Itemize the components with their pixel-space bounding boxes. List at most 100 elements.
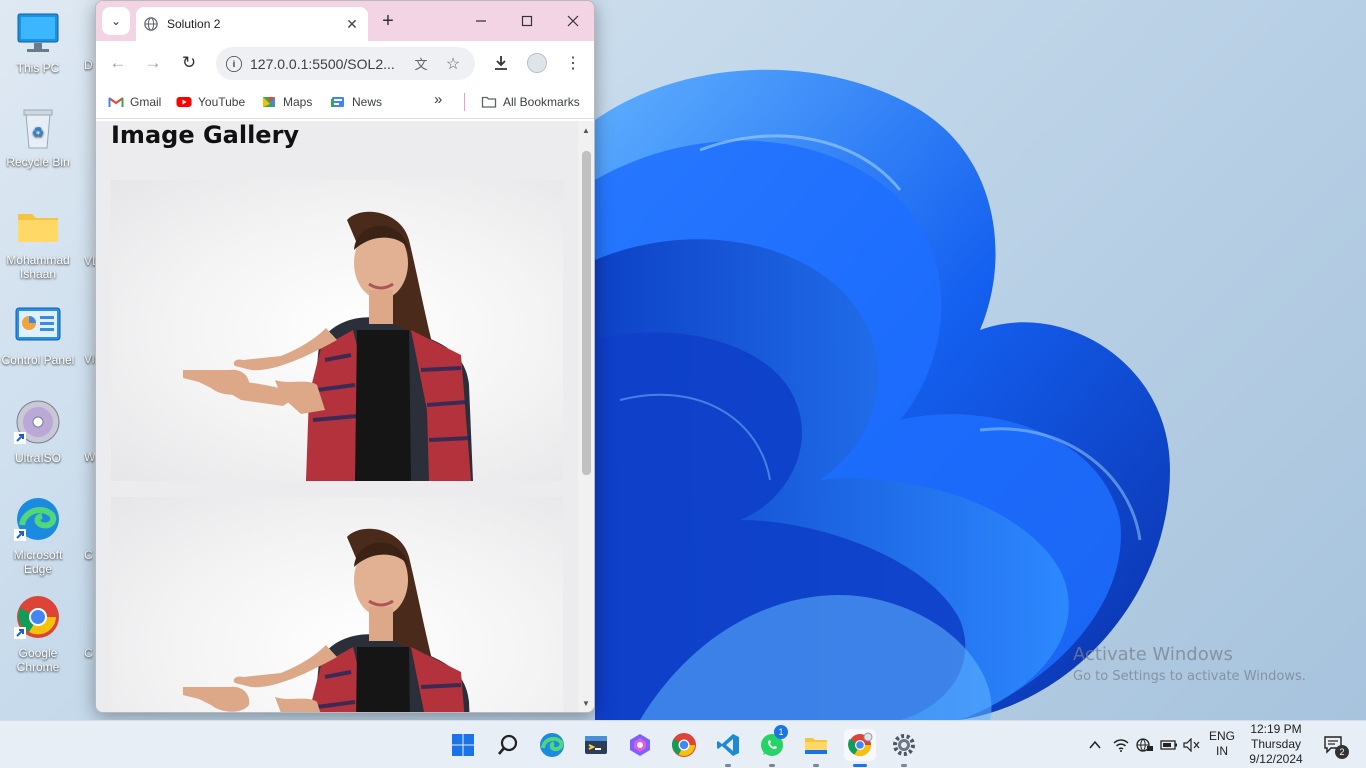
folder-icon	[14, 202, 62, 250]
back-button[interactable]: ←	[106, 51, 130, 75]
bookmark-gmail[interactable]: Gmail	[108, 94, 161, 110]
clock[interactable]: 12:19 PM Thursday 9/12/2024	[1240, 722, 1312, 767]
edge-icon	[540, 733, 564, 757]
copilot-icon	[630, 734, 650, 756]
desktop-icon-label: Mohammad Ishaan	[6, 253, 70, 281]
region-code: IN	[1216, 744, 1228, 758]
chevron-down-icon: ⌄	[110, 14, 122, 28]
new-tab-button[interactable]: +	[378, 10, 398, 32]
start-button[interactable]	[447, 729, 479, 761]
more-vertical-icon: ⋮	[565, 55, 581, 72]
desktop-icon-control-panel[interactable]: Control Panel	[0, 302, 76, 367]
gallery-image	[111, 180, 563, 481]
notification-count-badge: 2	[1335, 745, 1349, 759]
scroll-down-icon[interactable]: ▼	[578, 696, 594, 712]
desktop-icon-label: UltraISO	[14, 451, 61, 465]
desktop-icon-this-pc[interactable]: This PC	[0, 10, 76, 75]
taskbar-chrome-profile[interactable]	[844, 729, 876, 767]
chrome-icon	[14, 595, 62, 643]
maximize-icon	[521, 15, 533, 27]
monitor-icon	[14, 10, 62, 58]
site-info-icon[interactable]: i	[226, 55, 242, 72]
chevron-up-icon	[1089, 740, 1101, 749]
download-icon	[495, 56, 507, 70]
page-content: Image Gallery	[96, 121, 580, 712]
recycle-bin-icon: ♻	[14, 104, 62, 152]
address-bar[interactable]: i 127.0.0.1:5500/SOL2... 文 ☆	[216, 47, 475, 80]
taskbar-terminal[interactable]	[580, 729, 612, 761]
globe-network-icon	[1136, 738, 1153, 752]
reload-icon: ↻	[181, 53, 197, 72]
vpn-status[interactable]	[1136, 721, 1154, 768]
bookmark-star-icon[interactable]: ☆	[443, 54, 463, 74]
taskbar-file-explorer[interactable]	[800, 729, 832, 767]
taskbar-whatsapp[interactable]: 1	[756, 725, 788, 767]
browser-toolbar: ← → ↻ i 127.0.0.1:5500/SOL2... 文 ☆ ⋮	[96, 41, 594, 85]
close-tab-icon[interactable]: ✕	[344, 16, 360, 33]
search-button[interactable]	[492, 729, 524, 761]
scroll-up-icon[interactable]: ▲	[578, 123, 594, 139]
taskbar-settings[interactable]	[888, 729, 920, 767]
bookmark-maps[interactable]: Maps	[261, 94, 312, 110]
desktop-icon-recycle-bin[interactable]: ♻ Recycle Bin	[0, 104, 76, 169]
all-bookmarks-label: All Bookmarks	[503, 95, 580, 109]
search-icon	[498, 734, 518, 755]
downloads-button[interactable]	[489, 51, 513, 75]
folder-icon	[805, 738, 827, 754]
language-indicator[interactable]: ENG IN	[1208, 729, 1236, 759]
bookmark-label: Maps	[283, 95, 313, 109]
taskbar-edge[interactable]	[536, 729, 568, 761]
vscode-icon	[717, 734, 739, 756]
show-hidden-icons-button[interactable]	[1088, 721, 1102, 768]
scroll-thumb[interactable]	[582, 151, 591, 475]
tab-solution-2[interactable]: Solution 2 ✕	[136, 7, 368, 41]
notification-center-button[interactable]: 2	[1323, 721, 1349, 768]
active-indicator	[853, 764, 867, 767]
globe-icon	[144, 17, 158, 31]
taskbar-vscode[interactable]	[712, 729, 744, 767]
desktop-icon-user-folder[interactable]: Mohammad Ishaan	[0, 202, 76, 281]
maps-icon	[263, 96, 275, 107]
desktop-icon-google-chrome[interactable]: Google Chrome	[0, 595, 76, 674]
taskbar-chrome[interactable]	[668, 729, 700, 761]
chrome-icon	[848, 732, 873, 756]
desktop-icon-label: Google Chrome	[16, 646, 60, 674]
activate-windows-watermark: Activate Windows Go to Settings to activ…	[1073, 644, 1306, 684]
reload-button[interactable]: ↻	[177, 51, 201, 75]
forward-button[interactable]: →	[141, 51, 165, 75]
woman-pointing-photo	[183, 211, 473, 481]
more-bookmarks-button[interactable]: »	[434, 91, 442, 108]
translate-icon[interactable]: 文	[411, 54, 431, 73]
desktop-icon-ultraiso[interactable]: UltraISO	[0, 400, 76, 465]
browser-window: ⌄ Solution 2 ✕ + ← → ↻ i 127.0.0.1:5500/…	[95, 0, 595, 713]
tab-search-button[interactable]: ⌄	[102, 7, 130, 35]
network-status[interactable]	[1113, 721, 1129, 768]
clock-time: 12:19 PM	[1250, 722, 1302, 736]
close-window-button[interactable]	[550, 1, 594, 41]
bookmarks-divider	[464, 93, 465, 111]
bookmark-youtube[interactable]: YouTube	[176, 94, 245, 110]
disc-icon	[14, 400, 62, 448]
wifi-icon	[1113, 739, 1129, 752]
bookmark-news[interactable]: News	[330, 94, 382, 110]
battery-status[interactable]	[1160, 721, 1178, 768]
profile-button[interactable]	[525, 51, 549, 75]
volume-control[interactable]	[1183, 721, 1201, 768]
desktop-icon-label: Control Panel	[1, 353, 75, 367]
desktop-icon-label: Microsoft Edge	[13, 548, 63, 576]
gallery-image	[111, 497, 563, 712]
minimize-button[interactable]	[458, 1, 504, 41]
tab-title: Solution 2	[167, 17, 221, 31]
activate-subtitle: Go to Settings to activate Windows.	[1073, 669, 1306, 684]
all-bookmarks-button[interactable]: All Bookmarks	[481, 94, 580, 110]
desktop-icon-microsoft-edge[interactable]: Microsoft Edge	[0, 497, 76, 576]
bookmark-label: News	[352, 95, 383, 109]
menu-button[interactable]: ⋮	[561, 51, 585, 75]
battery-icon	[1160, 740, 1177, 750]
page-scrollbar[interactable]: ▲ ▼	[578, 121, 594, 712]
taskbar-copilot[interactable]	[624, 729, 656, 761]
bookmarks-bar: Gmail YouTube Maps News » All Bookmarks	[96, 85, 594, 119]
running-indicator	[769, 764, 775, 767]
running-indicator	[813, 764, 819, 767]
maximize-button[interactable]	[504, 1, 550, 41]
